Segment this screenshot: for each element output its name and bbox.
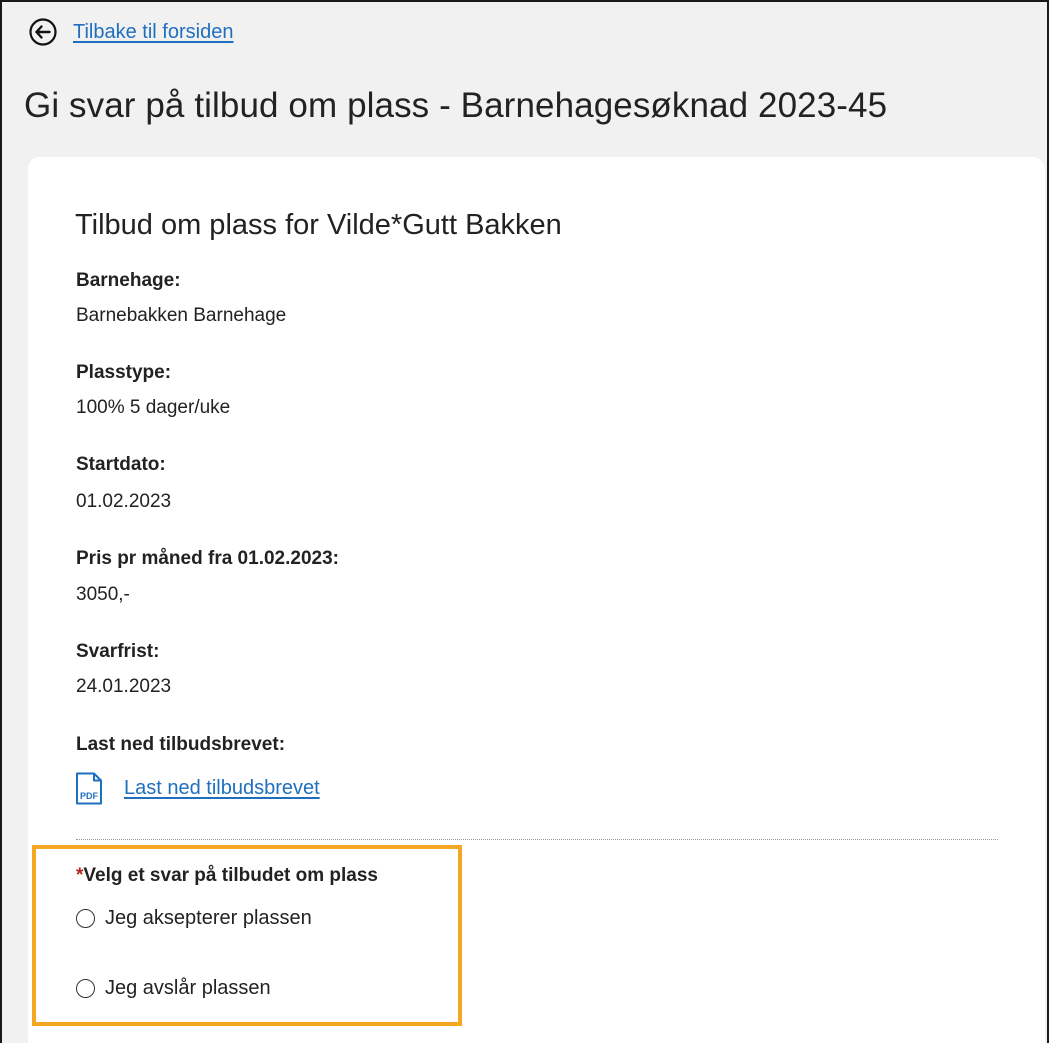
response-deadline-value: 24.01.2023 <box>76 676 172 697</box>
place-type-value: 100% 5 dager/uke <box>76 397 231 418</box>
offer-title: Tilbud om plass for Vilde*Gutt Bakken <box>75 209 562 241</box>
back-to-home-link[interactable]: Tilbake til forsiden <box>28 17 233 47</box>
monthly-price-value: 3050,- <box>76 584 130 605</box>
start-date-label: Startdato: <box>76 454 166 475</box>
start-date-value: 01.02.2023 <box>76 491 172 512</box>
page-title: Gi svar på tilbud om plass - Barnehagesø… <box>24 86 888 125</box>
download-label: Last ned tilbudsbrevet: <box>76 734 286 755</box>
download-link-text[interactable]: Last ned tilbudsbrevet <box>124 777 320 800</box>
pdf-icon-text: PDF <box>80 791 99 801</box>
pdf-file-icon: PDF <box>75 772 103 805</box>
monthly-price-label: Pris pr måned fra 01.02.2023: <box>76 548 339 569</box>
response-deadline-label: Svarfrist: <box>76 641 160 662</box>
kindergarten-value: Barnebakken Barnehage <box>76 305 287 326</box>
section-divider <box>76 839 998 840</box>
place-type-label: Plasstype: <box>76 362 172 383</box>
download-offer-letter-link[interactable]: PDF Last ned tilbudsbrevet <box>75 772 320 805</box>
response-highlight-frame <box>32 845 462 1026</box>
arrow-left-circle-icon <box>28 17 58 47</box>
back-link-text[interactable]: Tilbake til forsiden <box>73 21 233 44</box>
kindergarten-label: Barnehage: <box>76 270 181 291</box>
